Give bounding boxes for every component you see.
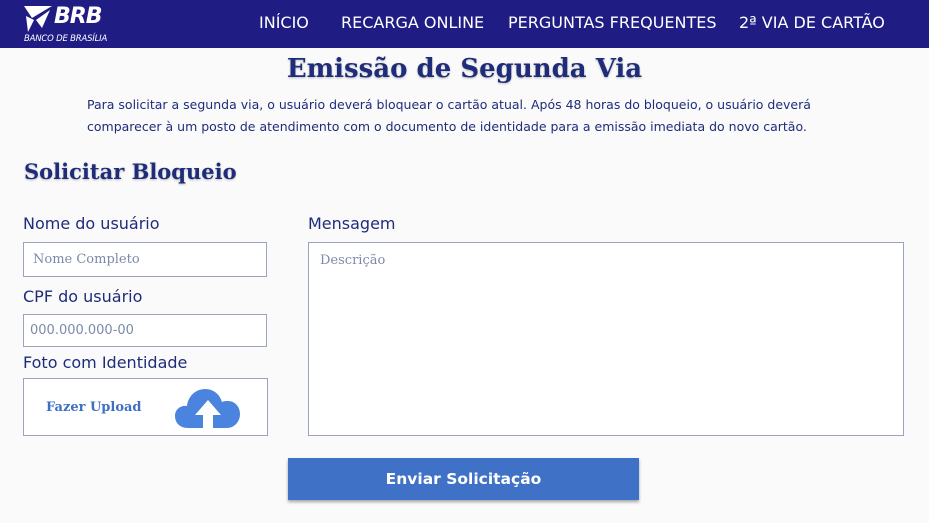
page-frame: BRB BANCO DE BRASÍLIA INÍCIO RECARGA ONL…: [0, 0, 929, 523]
brand-name: BRB: [54, 4, 102, 29]
nav-item-inicio[interactable]: INÍCIO: [259, 13, 309, 32]
photo-label: Foto com Identidade: [23, 353, 188, 372]
nav-item-perguntas-frequentes[interactable]: PERGUNTAS FREQUENTES: [508, 13, 717, 32]
brb-logo-mark-icon: [24, 6, 52, 32]
cpf-label: CPF do usuário: [23, 287, 143, 306]
upload-label: Fazer Upload: [46, 400, 142, 415]
cpf-placeholder: 000.000.000-00: [30, 323, 134, 338]
top-navbar: BRB BANCO DE BRASÍLIA INÍCIO RECARGA ONL…: [0, 0, 929, 48]
name-label: Nome do usuário: [23, 214, 160, 233]
nav-item-recarga-online[interactable]: RECARGA ONLINE: [341, 13, 484, 32]
message-label: Mensagem: [308, 214, 396, 233]
brb-logo[interactable]: BRB BANCO DE BRASÍLIA: [24, 4, 114, 46]
message-placeholder: Descrição: [320, 253, 386, 268]
nav-item-segunda-via[interactable]: 2ª VIA DE CARTÃO: [739, 13, 885, 32]
name-input[interactable]: Nome Completo: [23, 242, 267, 277]
submit-button[interactable]: Enviar Solicitação: [288, 458, 639, 500]
name-placeholder: Nome Completo: [33, 252, 140, 267]
message-textarea[interactable]: Descrição: [308, 242, 904, 436]
cloud-upload-icon: [175, 389, 240, 428]
cpf-input[interactable]: 000.000.000-00: [23, 314, 267, 347]
intro-text: Para solicitar a segunda via, o usuário …: [87, 97, 811, 134]
page-title: Emissão de Segunda Via: [286, 54, 643, 84]
brand-subtitle: BANCO DE BRASÍLIA: [24, 34, 108, 44]
upload-button[interactable]: Fazer Upload: [23, 378, 268, 436]
section-title: Solicitar Bloqueio: [24, 159, 237, 184]
